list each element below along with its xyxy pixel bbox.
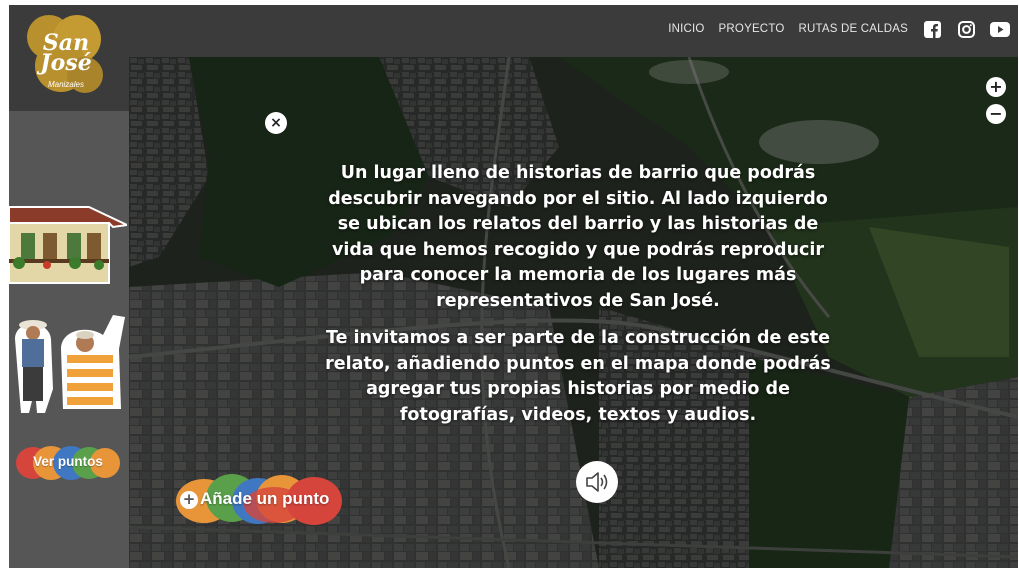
- main-nav: INICIO PROYECTO RUTAS DE CALDAS: [668, 19, 1010, 39]
- add-plus-icon: +: [180, 491, 198, 509]
- house-illustration[interactable]: [9, 201, 127, 285]
- ver-puntos-label: Ver puntos: [33, 454, 103, 469]
- elders-illustration[interactable]: [9, 309, 131, 415]
- add-point-label: Añade un punto: [200, 489, 330, 508]
- nav-rutas-de-caldas[interactable]: RUTAS DE CALDAS: [798, 23, 908, 35]
- satellite-map[interactable]: × + − Un lugar lleno de historias de bar…: [129, 57, 1018, 568]
- logo-title: San José: [27, 32, 105, 76]
- logo-subtitle: Manizales: [47, 80, 84, 89]
- minus-icon: −: [989, 104, 1003, 123]
- logo-area: San José Manizales: [9, 5, 129, 111]
- intro-text: Un lugar lleno de historias de barrio qu…: [323, 161, 833, 428]
- ver-puntos-button[interactable]: Ver puntos: [15, 445, 121, 481]
- zoom-out-button[interactable]: −: [986, 104, 1006, 124]
- add-point-button[interactable]: + Añade un punto: [174, 471, 344, 527]
- instagram-icon[interactable]: [956, 19, 976, 39]
- intro-paragraph-2: Te invitamos a ser parte de la construcc…: [325, 328, 831, 425]
- intro-paragraph-1: Un lugar lleno de historias de barrio qu…: [328, 163, 828, 311]
- close-icon: ×: [270, 115, 282, 131]
- play-audio-button[interactable]: [576, 461, 618, 503]
- app-frame: × + − Un lugar lleno de historias de bar…: [9, 5, 1018, 568]
- plus-icon: +: [989, 77, 1003, 96]
- nav-inicio[interactable]: INICIO: [668, 23, 704, 35]
- youtube-icon[interactable]: [990, 19, 1010, 39]
- speaker-icon: [586, 472, 608, 492]
- logo-title-line2: José: [40, 50, 92, 76]
- close-intro-button[interactable]: ×: [265, 112, 287, 134]
- top-navigation-bar: INICIO PROYECTO RUTAS DE CALDAS: [9, 5, 1018, 57]
- nav-proyecto[interactable]: PROYECTO: [719, 23, 785, 35]
- facebook-icon[interactable]: [922, 19, 942, 39]
- san-jose-logo[interactable]: San José Manizales: [27, 11, 105, 101]
- zoom-in-button[interactable]: +: [986, 77, 1006, 97]
- sidebar: San José Manizales Ver puntos: [9, 5, 129, 568]
